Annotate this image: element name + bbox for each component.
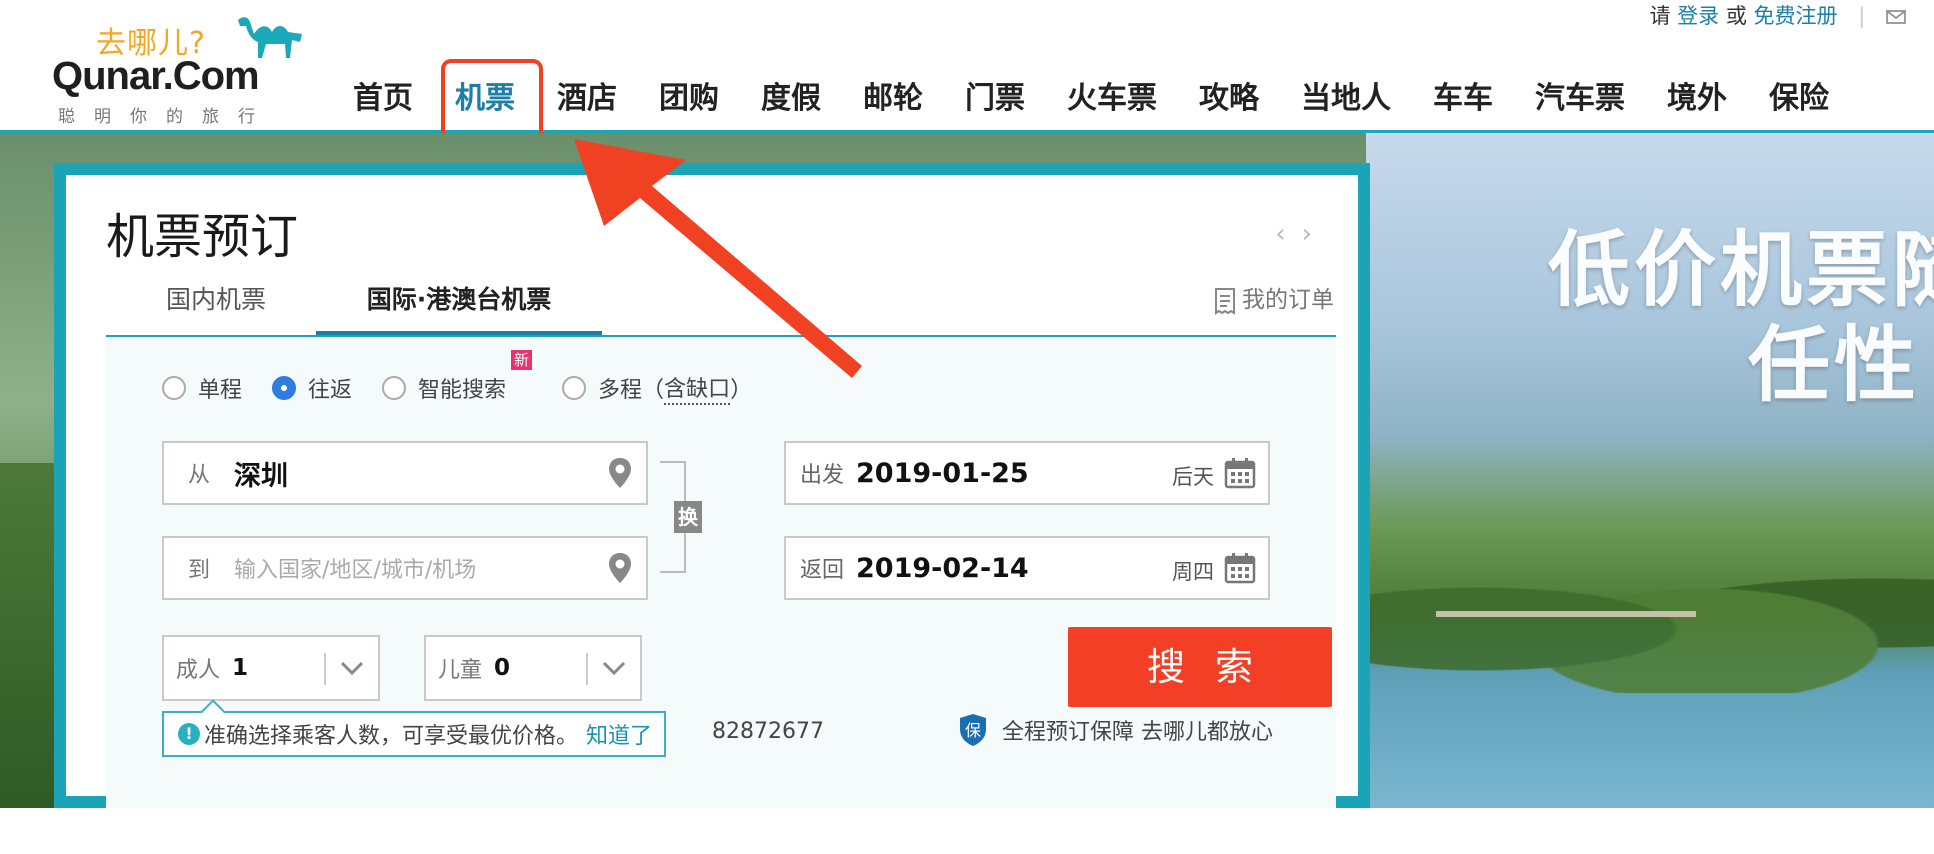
nav-tickets[interactable]: 门票	[944, 78, 1046, 120]
logo-wordmark: Qunar.Com	[52, 54, 260, 98]
main-nav: 首页 机票 酒店 团购 度假 邮轮 门票 火车票 攻略 当地人 车车 汽车票 境…	[332, 78, 1850, 120]
exclamation-icon: !	[178, 723, 200, 745]
nav-train[interactable]: 火车票	[1046, 78, 1178, 120]
radio-circle	[562, 376, 587, 400]
shield-icon: 保	[960, 714, 986, 746]
shield-icon-text: 保	[965, 721, 981, 740]
search-button[interactable]: 搜索	[1068, 627, 1332, 707]
nav-insurance[interactable]: 保险	[1748, 78, 1850, 120]
chevron-down-icon[interactable]	[340, 657, 364, 679]
banner-slogan-line2: 任性	[1748, 318, 1921, 413]
booking-guarantee: 保 全程预订保障 去哪儿都放心	[958, 713, 1273, 747]
nav-guides[interactable]: 攻略	[1178, 78, 1280, 120]
location-pin-icon[interactable]	[608, 457, 632, 489]
nav-cruise[interactable]: 邮轮	[842, 78, 944, 120]
login-link[interactable]: 登录	[1677, 4, 1719, 28]
departure-city-field[interactable]: 从 深圳	[162, 441, 648, 505]
radio-circle-selected	[272, 376, 297, 400]
trip-type-label: 往返	[308, 378, 353, 403]
swap-cities-button[interactable]: 换	[674, 501, 702, 533]
tab-international-flights[interactable]: 国际·港澳台机票	[316, 265, 602, 335]
return-day-hint: 周四	[1172, 560, 1214, 584]
depart-date-value: 2019-01-25	[856, 457, 1029, 489]
tip-dismiss-link[interactable]: 知道了	[586, 718, 652, 750]
chevron-right-icon[interactable]: ›	[1302, 219, 1328, 249]
to-label: 到	[188, 558, 211, 583]
nav-locals[interactable]: 当地人	[1280, 78, 1412, 120]
depart-label: 出发	[800, 463, 845, 488]
return-date-value: 2019-02-14	[856, 552, 1029, 584]
receipt-icon	[1215, 287, 1235, 315]
nav-hotels[interactable]: 酒店	[536, 78, 638, 120]
adults-value: 1	[232, 655, 249, 681]
nav-bus[interactable]: 汽车票	[1514, 78, 1646, 120]
passenger-tip: ! 准确选择乘客人数，可享受最优价格。 知道了	[162, 699, 667, 757]
account-links: 请 登录 或 免费注册 |	[1649, 0, 1906, 30]
chevron-left-icon[interactable]: ‹	[1275, 219, 1301, 249]
adults-select[interactable]: 成人 1	[162, 635, 380, 701]
register-link[interactable]: 免费注册	[1754, 4, 1838, 28]
or-text: 或	[1725, 4, 1747, 28]
banner-foliage	[0, 463, 60, 808]
depart-date-field[interactable]: 出发 2019-01-25 后天	[784, 441, 1270, 505]
mail-icon[interactable]	[1886, 10, 1906, 24]
nav-overseas[interactable]: 境外	[1646, 78, 1748, 120]
trip-type-label-dotted: 含缺口	[664, 371, 731, 405]
location-pin-icon[interactable]	[608, 552, 632, 584]
children-select[interactable]: 儿童 0	[424, 635, 642, 701]
trip-type-one-way[interactable]: 单程	[162, 372, 242, 404]
flight-booking-panel: 机票预订 ‹› 国内机票 国际·港澳台机票 我的订单 单程 往返 智能搜索 新 …	[54, 163, 1370, 808]
calendar-icon[interactable]	[1224, 457, 1256, 489]
divider: |	[1858, 4, 1866, 28]
logo-slogan: 聪明你的旅行	[58, 107, 274, 127]
my-orders-label: 我的订单	[1242, 287, 1334, 313]
return-label: 返回	[800, 558, 845, 583]
tab-domestic-flights[interactable]: 国内机票	[166, 265, 266, 335]
select-divider	[586, 653, 588, 685]
trip-type-round-trip[interactable]: 往返	[272, 372, 352, 404]
my-orders-link[interactable]: 我的订单	[1214, 265, 1334, 335]
trip-type-label: 单程	[198, 378, 243, 403]
qunar-logo[interactable]: 去哪儿? Qunar.Com 聪明你的旅行	[52, 14, 314, 127]
calendar-icon[interactable]	[1224, 552, 1256, 584]
nav-group-buy[interactable]: 团购	[638, 78, 740, 120]
children-label: 儿童	[438, 658, 483, 683]
children-value: 0	[494, 655, 511, 681]
trip-type-label-suffix: ）	[730, 378, 753, 403]
trip-type-group: 单程 往返 智能搜索 新 多程（ 含缺口）	[162, 350, 782, 405]
please-text: 请	[1649, 4, 1671, 28]
trip-type-label: 智能搜索	[418, 378, 507, 403]
nav-home[interactable]: 首页	[332, 78, 434, 120]
return-date-field[interactable]: 返回 2019-02-14 周四	[784, 536, 1270, 600]
chevron-down-icon[interactable]	[602, 657, 626, 679]
search-form: 单程 往返 智能搜索 新 多程（ 含缺口） 从 深圳 到 输入国家/地区/城市/…	[106, 337, 1336, 808]
select-divider	[324, 653, 326, 685]
adults-label: 成人	[176, 658, 221, 683]
arrival-city-field[interactable]: 到 输入国家/地区/城市/机场	[162, 536, 648, 600]
radio-circle	[162, 376, 186, 400]
trip-type-label-prefix: 多程（	[598, 378, 665, 403]
site-header: 去哪儿? Qunar.Com 聪明你的旅行 首页 机票 酒店 团购 度假 邮轮 …	[0, 0, 1934, 145]
banner-bridge	[1436, 611, 1696, 643]
nav-cars[interactable]: 车车	[1412, 78, 1514, 120]
trip-type-multi-city[interactable]: 多程（ 含缺口）	[562, 371, 752, 405]
panel-title: 机票预订	[106, 209, 299, 265]
hotline-number: 82872677	[712, 719, 824, 744]
radio-circle	[382, 376, 407, 400]
trip-type-smart-search[interactable]: 智能搜索 新	[382, 350, 533, 404]
tip-text: 准确选择乘客人数，可享受最优价格。	[204, 724, 579, 749]
nav-vacation[interactable]: 度假	[740, 78, 842, 120]
panel-pager: ‹›	[1275, 219, 1328, 249]
new-badge: 新	[511, 350, 533, 370]
from-label: 从	[188, 463, 211, 488]
from-value: 深圳	[234, 460, 289, 492]
to-placeholder: 输入国家/地区/城市/机场	[234, 558, 477, 583]
guarantee-text: 全程预订保障 去哪儿都放心	[1002, 720, 1273, 745]
flight-tabs: 国内机票 国际·港澳台机票 我的订单	[106, 265, 1336, 337]
depart-day-hint: 后天	[1172, 465, 1214, 489]
